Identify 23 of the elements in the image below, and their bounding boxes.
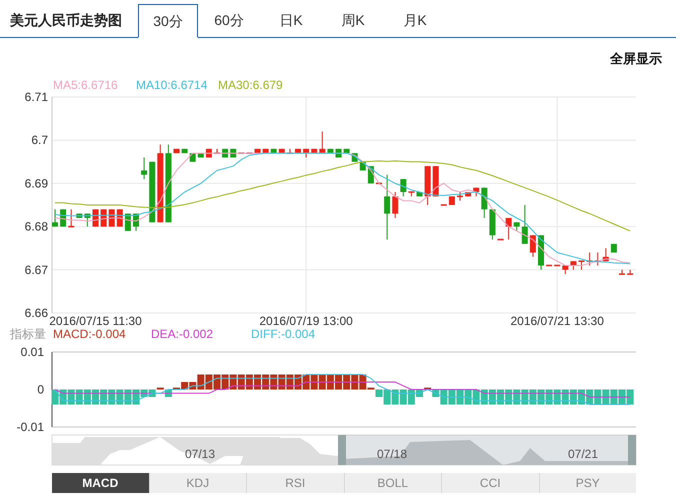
legend-label: MA30:6.679 <box>218 78 283 92</box>
legend-label: MA5:6.6716 <box>53 78 118 92</box>
legend-label: DEA:-0.002 <box>151 327 214 341</box>
axis-label: 6.66 <box>24 306 48 320</box>
axis-label: 6.7 <box>31 133 48 148</box>
legend-label: MACD:-0.004 <box>53 327 126 341</box>
axis-label: 6.68 <box>24 220 48 234</box>
axis-label: 0 <box>37 382 44 396</box>
date-label: 07/21 <box>568 447 598 461</box>
axis-label: 2016/07/19 13:00 <box>259 314 353 326</box>
legend-label: DIFF:-0.004 <box>251 327 316 341</box>
date-label: 07/13 <box>184 447 216 461</box>
axis-label: 6.69 <box>24 176 48 190</box>
legend-label: MA10:6.6714 <box>136 78 208 92</box>
axis-label: 6.67 <box>24 262 48 277</box>
axis-label: 2016/07/15 11:30 <box>49 314 142 326</box>
axis-label: -0.01 <box>16 420 44 434</box>
date-label: 07/18 <box>376 447 408 461</box>
axis-label: 6.71 <box>24 90 48 104</box>
chart-title: 美元人民币走势图 <box>8 11 123 30</box>
axis-label: 0.01 <box>20 345 44 359</box>
indicator-title: 指标量 <box>10 327 46 341</box>
axis-label: 2016/07/21 13:30 <box>510 314 604 326</box>
